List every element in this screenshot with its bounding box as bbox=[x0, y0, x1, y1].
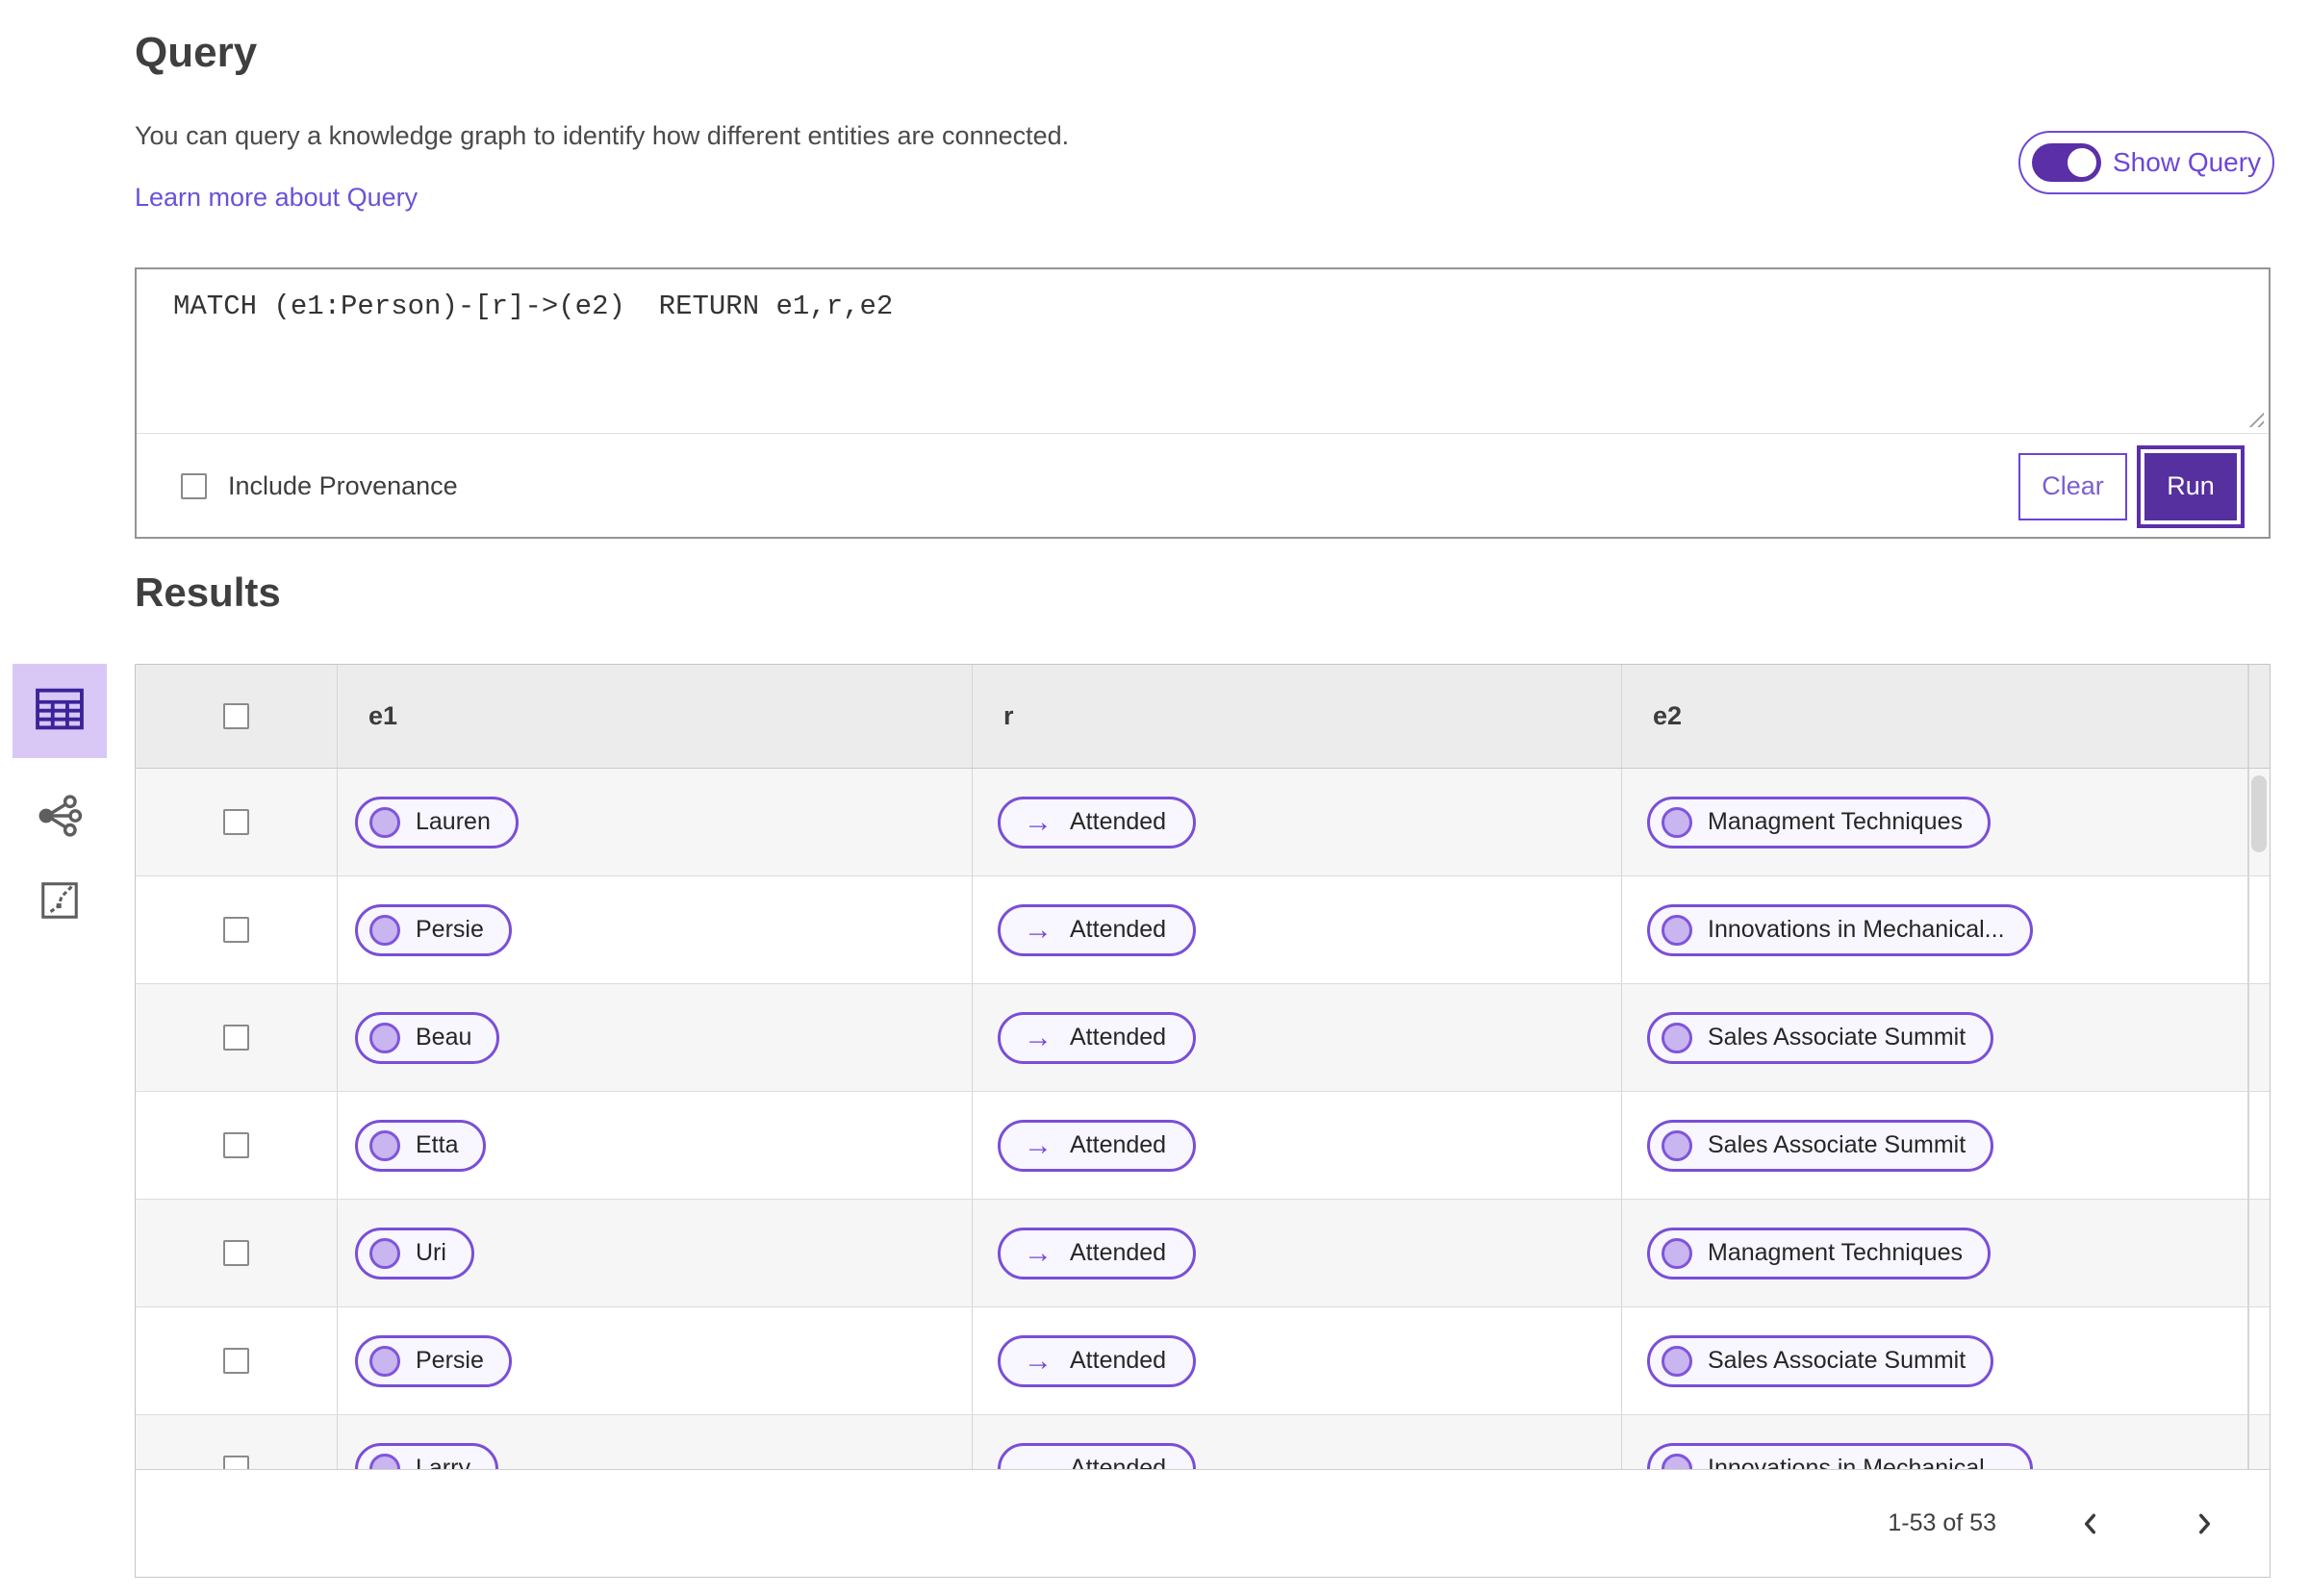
entity-node-icon bbox=[1662, 1237, 1692, 1269]
column-header-e2[interactable]: e2 bbox=[1653, 701, 1682, 731]
arrow-right-icon: → bbox=[1024, 805, 1053, 838]
query-description: You can query a knowledge graph to ident… bbox=[135, 121, 1070, 150]
chevron-right-icon bbox=[2199, 1513, 2211, 1533]
entity-pill[interactable]: Persie bbox=[355, 1334, 512, 1387]
results-view-switcher bbox=[13, 664, 107, 927]
arrow-right-icon: → bbox=[1024, 1021, 1053, 1053]
column-header-e1[interactable]: e1 bbox=[368, 701, 397, 731]
previous-page-button[interactable] bbox=[2071, 1505, 2110, 1543]
network-graph-icon bbox=[35, 791, 85, 846]
entity-pill[interactable]: Managment Techniques bbox=[1647, 796, 1991, 849]
toggle-switch-icon[interactable] bbox=[2032, 143, 2101, 182]
table-row: Persie → Attended Innovations in Mechani… bbox=[136, 876, 2270, 984]
chart-view-button[interactable] bbox=[38, 878, 82, 927]
arrow-right-icon: → bbox=[1024, 913, 1053, 946]
query-section-title: Query bbox=[135, 29, 258, 76]
show-query-label: Show Query bbox=[2113, 147, 2262, 177]
row-checkbox[interactable] bbox=[223, 1348, 249, 1374]
table-row: Uri → Attended Managment Techniques bbox=[136, 1200, 2270, 1307]
query-input[interactable]: MATCH (e1:Person)-[r]->(e2) RETURN e1,r,… bbox=[137, 269, 2269, 431]
table-row: Persie → Attended Sales Associate Summit bbox=[136, 1307, 2270, 1415]
vertical-scrollbar[interactable] bbox=[2251, 775, 2267, 852]
entity-node-icon bbox=[1662, 1129, 1692, 1161]
pagination-range-label: 1-53 of 53 bbox=[1888, 1509, 1996, 1536]
row-checkbox[interactable] bbox=[223, 1025, 249, 1051]
table-header-row: e1 r e2 bbox=[136, 665, 2270, 769]
relation-pill[interactable]: → Attended bbox=[998, 1334, 1197, 1387]
path-chart-icon bbox=[38, 878, 82, 927]
entity-pill[interactable]: Persie bbox=[355, 903, 512, 956]
clear-button[interactable]: Clear bbox=[2018, 452, 2127, 520]
query-footer: Include Provenance Clear Run bbox=[137, 434, 2269, 539]
chevron-left-icon bbox=[2084, 1513, 2095, 1533]
row-checkbox[interactable] bbox=[223, 1240, 249, 1266]
run-button[interactable]: Run bbox=[2141, 448, 2241, 524]
include-provenance-control[interactable]: Include Provenance bbox=[181, 471, 458, 501]
entity-pill[interactable]: Innovations in Mechanical... bbox=[1647, 903, 2033, 956]
query-editor-panel: MATCH (e1:Person)-[r]->(e2) RETURN e1,r,… bbox=[135, 267, 2271, 539]
entity-pill[interactable]: Beau bbox=[355, 1011, 500, 1064]
include-provenance-checkbox[interactable] bbox=[181, 473, 207, 499]
entity-pill[interactable]: Lauren bbox=[355, 796, 519, 849]
entity-node-icon bbox=[369, 1345, 400, 1377]
entity-pill[interactable]: Sales Associate Summit bbox=[1647, 1011, 1994, 1064]
include-provenance-label: Include Provenance bbox=[228, 471, 458, 500]
entity-pill[interactable]: Sales Associate Summit bbox=[1647, 1119, 1994, 1172]
query-page: Query You can query a knowledge graph to… bbox=[0, 0, 2309, 1596]
row-checkbox[interactable] bbox=[223, 917, 249, 943]
entity-pill[interactable]: Sales Associate Summit bbox=[1647, 1334, 1994, 1387]
divider bbox=[2247, 665, 2248, 1469]
relation-pill[interactable]: → Attended bbox=[998, 1227, 1197, 1279]
entity-node-icon bbox=[369, 1129, 400, 1161]
next-page-button[interactable] bbox=[2185, 1505, 2223, 1543]
select-all-checkbox[interactable] bbox=[223, 703, 249, 729]
entity-node-icon bbox=[1662, 806, 1692, 838]
results-table: e1 r e2 Lauren → Attended Managment Tech… bbox=[135, 664, 2271, 1578]
table-view-button[interactable] bbox=[13, 664, 107, 758]
entity-pill[interactable]: Managment Techniques bbox=[1647, 1227, 1991, 1279]
relation-pill[interactable]: → Attended bbox=[998, 903, 1197, 956]
relation-pill[interactable]: → Attended bbox=[998, 1119, 1197, 1172]
graph-view-button[interactable] bbox=[35, 791, 85, 846]
arrow-right-icon: → bbox=[1024, 1344, 1053, 1377]
entity-pill[interactable]: Uri bbox=[355, 1227, 474, 1279]
arrow-right-icon: → bbox=[1024, 1236, 1053, 1269]
pagination-bar: 1-53 of 53 bbox=[136, 1469, 2270, 1577]
relation-pill[interactable]: → Attended bbox=[998, 796, 1197, 849]
toggle-knob bbox=[2066, 146, 2098, 179]
show-query-toggle[interactable]: Show Query bbox=[2018, 131, 2274, 194]
relation-pill[interactable]: → Attended bbox=[998, 1011, 1197, 1064]
table-row: Lauren → Attended Managment Techniques bbox=[136, 769, 2270, 876]
table-row: Etta → Attended Sales Associate Summit bbox=[136, 1092, 2270, 1200]
arrow-right-icon: → bbox=[1024, 1128, 1053, 1161]
learn-more-link[interactable]: Learn more about Query bbox=[135, 183, 418, 213]
entity-node-icon bbox=[369, 1022, 400, 1053]
table-icon bbox=[32, 681, 88, 742]
table-body: Lauren → Attended Managment Techniques P… bbox=[136, 769, 2270, 1523]
results-section-title: Results bbox=[135, 570, 281, 615]
table-row: Beau → Attended Sales Associate Summit bbox=[136, 984, 2270, 1092]
entity-node-icon bbox=[369, 914, 400, 946]
row-checkbox[interactable] bbox=[223, 809, 249, 835]
column-header-r[interactable]: r bbox=[1003, 701, 1014, 731]
entity-pill[interactable]: Etta bbox=[355, 1119, 487, 1172]
entity-node-icon bbox=[1662, 1022, 1692, 1053]
entity-node-icon bbox=[369, 806, 400, 838]
entity-node-icon bbox=[369, 1237, 400, 1269]
entity-node-icon bbox=[1662, 914, 1692, 946]
entity-node-icon bbox=[1662, 1345, 1692, 1377]
row-checkbox[interactable] bbox=[223, 1132, 249, 1158]
